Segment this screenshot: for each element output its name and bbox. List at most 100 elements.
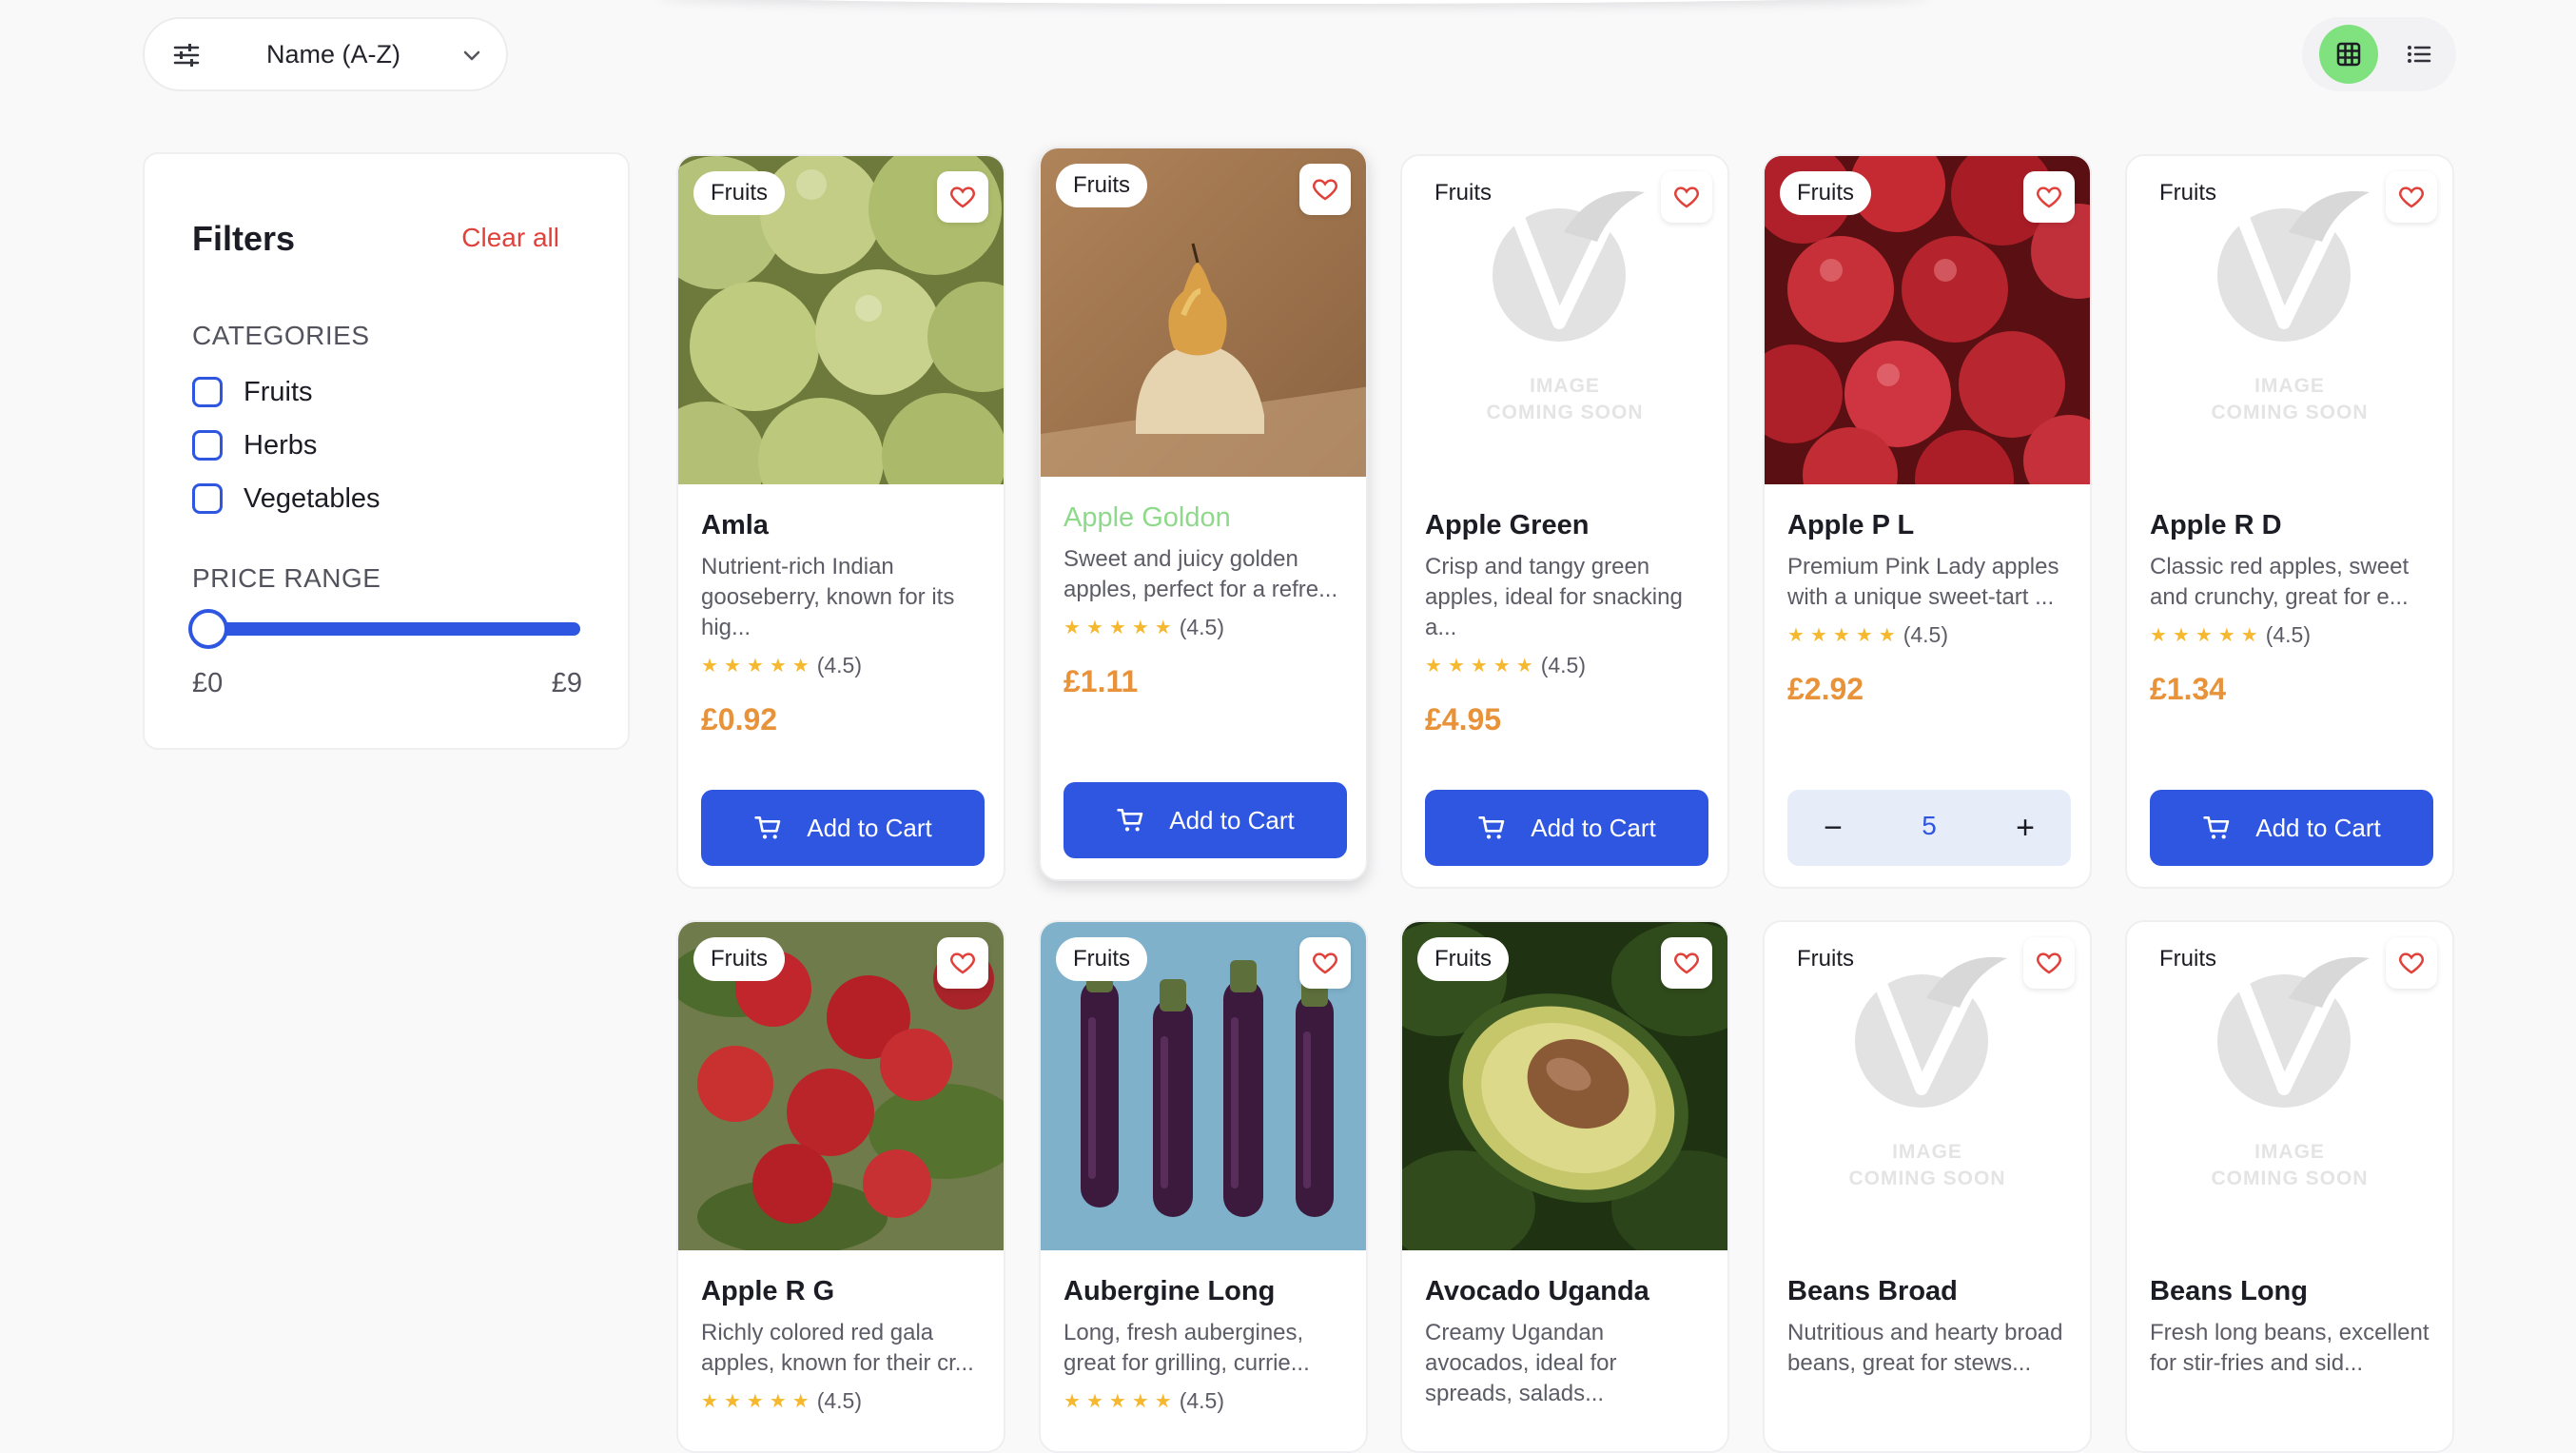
star-icon: ★	[701, 656, 718, 677]
product-name[interactable]: Amla	[701, 510, 769, 541]
product-name[interactable]: Apple Goldon	[1064, 502, 1231, 534]
category-option-vegetables[interactable]: Vegetables	[192, 480, 381, 518]
favorite-button[interactable]	[1661, 937, 1712, 989]
star-icon: ★	[2240, 625, 2258, 646]
product-image[interactable]: Fruits	[678, 922, 1004, 1250]
product-card-apple-r-g[interactable]: Fruits Apple R G Richly colored red gala…	[676, 920, 1005, 1453]
chevron-down-icon[interactable]	[459, 42, 485, 69]
category-checkbox[interactable]	[192, 377, 223, 407]
favorite-button[interactable]	[937, 937, 988, 989]
price-slider-track[interactable]	[204, 622, 580, 636]
star-icon: ★	[1855, 625, 1873, 646]
rating-value: (4.5)	[1903, 622, 1948, 647]
product-name[interactable]: Beans Long	[2150, 1276, 2308, 1307]
rating-value: (4.5)	[1179, 1388, 1224, 1413]
star-icon: ★	[746, 656, 764, 677]
product-price: £4.95	[1425, 702, 1502, 736]
product-image[interactable]: Fruits	[1041, 148, 1366, 477]
product-image[interactable]: Fruits	[1402, 922, 1727, 1250]
category-badge: Fruits	[1417, 171, 1509, 215]
add-to-cart-button[interactable]: Add to Cart	[1425, 790, 1708, 866]
add-to-cart-label: Add to Cart	[2255, 813, 2381, 842]
category-badge: Fruits	[1056, 164, 1147, 207]
product-card-apple-goldon[interactable]: Fruits Apple Goldon Sweet and juicy gold…	[1039, 147, 1368, 881]
heart-icon	[1674, 952, 1699, 974]
product-description: Long, fresh aubergines, great for grilli…	[1064, 1320, 1310, 1376]
product-card-beans-long[interactable]: IMAGE COMING SOON Fruits Beans Long Fres…	[2125, 920, 2454, 1453]
category-option-fruits[interactable]: Fruits	[192, 373, 313, 411]
favorite-button[interactable]	[1299, 937, 1351, 989]
add-to-cart-button[interactable]: Add to Cart	[701, 790, 985, 866]
star-icon: ★	[1064, 618, 1081, 638]
clear-all-link[interactable]: Clear all	[461, 223, 559, 253]
category-label[interactable]: Vegetables	[244, 483, 381, 515]
increase-quantity-button[interactable]: +	[2006, 809, 2044, 847]
product-rating: ★ ★ ★ ★ ★ (4.5)	[1064, 615, 1224, 640]
favorite-button[interactable]	[2023, 937, 2075, 989]
placeholder-text: IMAGE COMING SOON	[2211, 1141, 2369, 1189]
product-image[interactable]: IMAGE COMING SOON Fruits	[1765, 922, 2090, 1250]
category-badge: Fruits	[693, 937, 785, 981]
product-name[interactable]: Apple P L	[1787, 510, 1914, 541]
filters-title: Filters	[192, 219, 296, 258]
add-to-cart-button[interactable]: Add to Cart	[2150, 790, 2433, 866]
grid-view-button[interactable]	[2319, 25, 2378, 84]
add-to-cart-button[interactable]: Add to Cart	[1064, 782, 1347, 858]
add-to-cart-label: Add to Cart	[1169, 805, 1295, 834]
category-label[interactable]: Herbs	[244, 430, 317, 461]
favorite-button[interactable]	[1661, 171, 1712, 223]
heart-icon	[2399, 187, 2424, 208]
placeholder-text: IMAGE COMING SOON	[2211, 375, 2369, 423]
product-name[interactable]: Apple R G	[701, 1276, 834, 1307]
category-checkbox[interactable]	[192, 430, 223, 461]
product-image[interactable]: Fruits	[1041, 922, 1366, 1250]
rating-value: (4.5)	[816, 653, 862, 677]
product-price: £2.92	[1787, 672, 1864, 706]
favorite-button[interactable]	[2386, 171, 2437, 223]
category-option-herbs[interactable]: Herbs	[192, 426, 317, 464]
product-card-amla[interactable]: Fruits Amla Nutrient-rich Indian goosebe…	[676, 154, 1005, 889]
product-image[interactable]: IMAGE COMING SOON Fruits	[2127, 922, 2452, 1250]
star-icon: ★	[769, 1391, 787, 1412]
favorite-button[interactable]	[937, 171, 988, 223]
product-image[interactable]: Fruits	[678, 156, 1004, 484]
product-card-aubergine-long[interactable]: Fruits Aubergine Long Long, fresh auberg…	[1039, 920, 1368, 1453]
product-rating: ★ ★ ★ ★ ★ (4.5)	[1425, 653, 1586, 678]
product-price: £1.11	[1064, 664, 1139, 698]
cart-icon	[1117, 809, 1143, 832]
product-image[interactable]: IMAGE COMING SOON Fruits	[1402, 156, 1727, 484]
heart-icon	[2037, 187, 2061, 208]
add-to-cart-label: Add to Cart	[1531, 813, 1656, 842]
sort-selected-value[interactable]: Name (A-Z)	[266, 40, 400, 69]
favorite-button[interactable]	[2023, 171, 2075, 223]
product-card-apple-green[interactable]: IMAGE COMING SOON Fruits Apple Green Cri…	[1400, 154, 1729, 889]
product-card-apple-r-d[interactable]: IMAGE COMING SOON Fruits Apple R D Class…	[2125, 154, 2454, 889]
product-name[interactable]: Apple R D	[2150, 510, 2282, 541]
sliders-icon[interactable]	[171, 40, 202, 70]
product-name[interactable]: Aubergine Long	[1064, 1276, 1275, 1307]
product-image[interactable]: IMAGE COMING SOON Fruits	[2127, 156, 2452, 484]
product-name[interactable]: Avocado Uganda	[1425, 1276, 1649, 1307]
sort-dropdown[interactable]: Name (A-Z)	[143, 17, 508, 91]
quantity-stepper: − 5 +	[1787, 790, 2071, 866]
header-shadow	[656, 0, 1931, 4]
favorite-button[interactable]	[1299, 164, 1351, 215]
star-icon: ★	[701, 1391, 718, 1412]
list-view-button[interactable]	[2390, 25, 2449, 84]
star-icon: ★	[1787, 625, 1805, 646]
category-badge: Fruits	[1780, 171, 1871, 215]
product-image[interactable]: Fruits	[1765, 156, 2090, 484]
heart-icon	[1313, 952, 1337, 974]
price-slider-thumb[interactable]	[188, 609, 228, 649]
product-card-apple-p-l[interactable]: Fruits Apple P L Premium Pink Lady apple…	[1763, 154, 2092, 889]
product-name[interactable]: Beans Broad	[1787, 1276, 1958, 1307]
product-name[interactable]: Apple Green	[1425, 510, 1589, 541]
star-icon: ★	[2195, 625, 2213, 646]
product-card-beans-broad[interactable]: IMAGE COMING SOON Fruits Beans Broad Nut…	[1763, 920, 2092, 1453]
star-icon: ★	[2150, 625, 2167, 646]
category-label[interactable]: Fruits	[244, 377, 313, 408]
favorite-button[interactable]	[2386, 937, 2437, 989]
product-card-avocado-uganda[interactable]: Fruits Avocado Uganda Creamy Ugandan avo…	[1400, 920, 1729, 1453]
category-checkbox[interactable]	[192, 483, 223, 514]
star-icon: ★	[791, 1391, 810, 1412]
